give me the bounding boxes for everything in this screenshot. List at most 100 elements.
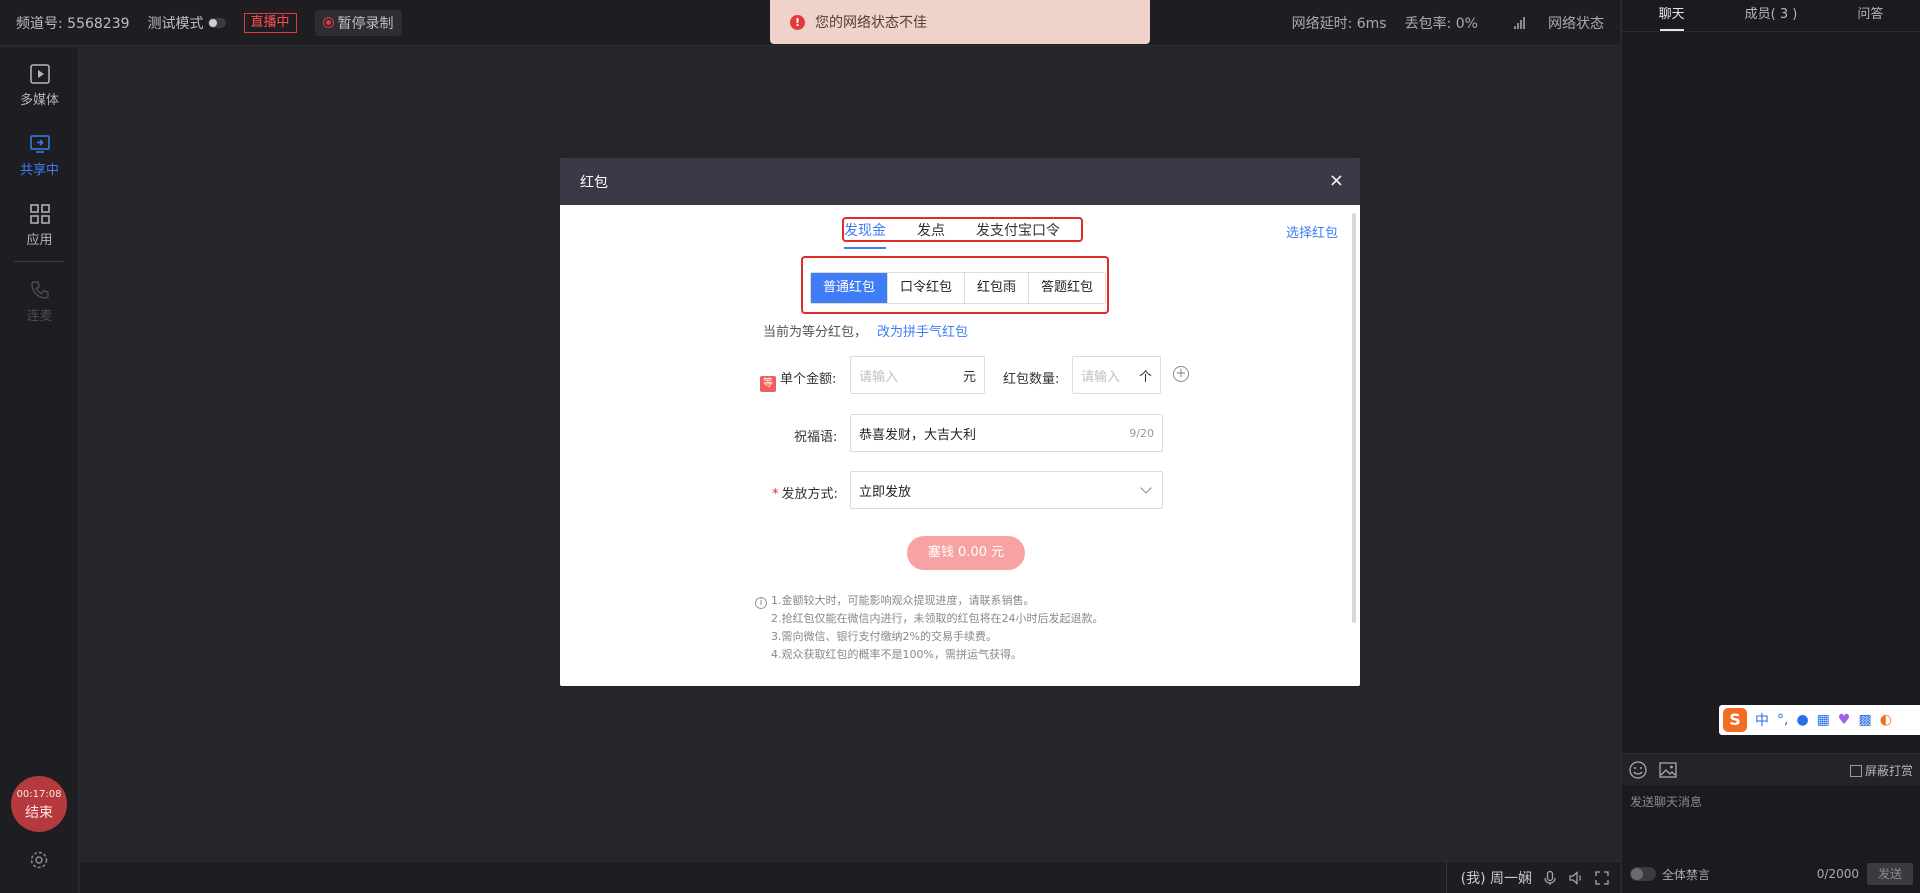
tab-points[interactable]: 发点 (917, 220, 945, 246)
sidebar-item-media[interactable]: 多媒体 (0, 63, 79, 108)
dialog-scrollbar[interactable] (1352, 213, 1356, 623)
type-quiz[interactable]: 答题红包 (1029, 273, 1105, 303)
keyboard-icon[interactable]: ▦ (1817, 712, 1830, 728)
type-normal[interactable]: 普通红包 (811, 273, 889, 303)
block-reward-checkbox[interactable]: 屏蔽打赏 (1849, 762, 1913, 779)
note-line: 2.抢红包仅能在微信内进行，未领取的红包将在24小时后发起退款。 (771, 612, 1104, 625)
method-label: 发放方式: (781, 487, 838, 502)
char-count: 0/2000 (1816, 867, 1859, 881)
network-status: 网络状态 (1496, 13, 1604, 33)
test-mode-toggle[interactable]: 测试模式 (148, 13, 226, 33)
equal-split-icon: 等 (760, 376, 776, 392)
dialog-header: 红包 × (560, 158, 1360, 205)
count-input[interactable]: 请输入 个 (1072, 356, 1161, 394)
live-duration: 00:17:08 (16, 789, 62, 800)
note-line: 4.观众获取红包的概率不是100%，需拼运气获得。 (771, 648, 1022, 661)
skin-icon[interactable]: ♥ (1838, 712, 1851, 728)
network-alert: ! 您的网络状态不佳 (770, 0, 1150, 44)
chat-footer: 全体禁言 0/2000 发送 (1622, 858, 1920, 890)
sidebar-item-label: 共享中 (19, 163, 59, 178)
pay-button[interactable]: 塞钱 0.00 元 (907, 536, 1025, 570)
live-status-badge: 直播中 (243, 12, 297, 33)
voice-input-icon[interactable]: ● (1796, 712, 1808, 728)
mute-all-toggle[interactable] (1630, 867, 1656, 881)
split-mode-line: 当前为等分红包， 改为拼手气红包 (763, 321, 968, 340)
count-placeholder: 请输入 (1081, 369, 1121, 385)
mute-all-label: 全体禁言 (1662, 867, 1711, 882)
network-status-label: 网络状态 (1548, 16, 1604, 32)
split-mode-text: 当前为等分红包， (763, 325, 868, 340)
apps-grid-icon (29, 204, 50, 224)
channel-number: 频道号: 5568239 (16, 15, 130, 32)
note-line: i 1.金额较大时，可能影响观众提现进度，请联系销售。 (755, 592, 1104, 610)
red-envelope-dialog: 红包 × 发现金 发点 发支付宝口令 选择红包 普通红包 口令红包 红包雨 答题… (560, 158, 1360, 686)
left-sidebar: 多媒体 共享中 应用 连麦 00:17:08 结束 (0, 47, 79, 893)
required-mark: * (772, 487, 779, 502)
count-unit: 个 (1138, 369, 1152, 385)
toggle-switch-icon[interactable] (207, 17, 226, 28)
type-rain[interactable]: 红包雨 (965, 273, 1030, 303)
speaker-icon[interactable] (1568, 870, 1584, 886)
method-select[interactable]: 立即发放 (850, 471, 1163, 509)
play-icon (29, 64, 50, 84)
image-icon[interactable] (1658, 760, 1678, 780)
amount-row-label: 等单个金额: (760, 368, 836, 392)
amount-label: 单个金额: (780, 372, 837, 387)
sogou-ime-icon[interactable]: S (1723, 708, 1747, 732)
pause-record-label: 暂停录制 (337, 15, 394, 32)
emoji-icon[interactable] (1628, 760, 1648, 780)
right-panel: 聊天 成员( 3 ) 问答 S 中 °, ● ▦ ♥ ▩ ◐ 屏蔽打赏 发送聊天… (1621, 0, 1920, 893)
type-password[interactable]: 口令红包 (888, 273, 966, 303)
chat-toolbar: 屏蔽打赏 (1622, 753, 1920, 785)
screen-share-icon (29, 135, 50, 153)
sidebar-item-apps[interactable]: 应用 (0, 203, 79, 248)
blessing-value: 恭喜发财，大吉大利 (859, 427, 977, 443)
alert-message: 您的网络状态不佳 (815, 15, 927, 31)
punctuation-icon[interactable]: °, (1777, 712, 1788, 728)
pause-record-button[interactable]: 暂停录制 (314, 9, 402, 36)
microphone-icon[interactable] (1542, 870, 1558, 886)
switch-random-link[interactable]: 改为拼手气红包 (877, 325, 968, 340)
stage-bottom-bar: (我) 周一娴 (80, 861, 1620, 893)
amount-input[interactable]: 请输入 元 (850, 356, 985, 394)
ime-extra-icon[interactable]: ◐ (1880, 712, 1892, 728)
notes: i 1.金额较大时，可能影响观众提现进度，请联系销售。 2.抢红包仅能在微信内进行… (755, 592, 1104, 664)
send-button[interactable]: 发送 (1867, 863, 1913, 885)
amount-placeholder: 请输入 (859, 369, 899, 385)
sidebar-item-label: 多媒体 (19, 93, 59, 108)
sidebar-divider (14, 261, 64, 262)
count-label: 红包数量: (1003, 372, 1060, 387)
add-circle-icon[interactable]: + (1173, 366, 1189, 382)
tab-chat[interactable]: 聊天 (1622, 0, 1721, 31)
select-red-envelope-link[interactable]: 选择红包 (1286, 222, 1338, 241)
dialog-tabs: 发现金 发点 发支付宝口令 (844, 220, 1091, 249)
toolbox-icon[interactable]: ▩ (1858, 712, 1871, 728)
settings-gear-icon[interactable] (29, 850, 49, 870)
method-value: 立即发放 (859, 484, 912, 500)
sidebar-item-label: 连麦 (26, 309, 53, 324)
end-label: 结束 (25, 805, 53, 821)
stage-user-label: (我) 周一娴 (1460, 870, 1532, 887)
network-stats: 网络延时: 6ms 丢包率: 0% 网络状态 (1274, 0, 1604, 46)
close-icon[interactable]: × (1329, 171, 1344, 191)
tab-members[interactable]: 成员( 3 ) (1721, 0, 1820, 31)
end-live-button[interactable]: 00:17:08 结束 (11, 776, 67, 832)
error-icon: ! (790, 14, 805, 30)
checkbox-icon[interactable] (1849, 764, 1862, 777)
fullscreen-icon[interactable] (1594, 870, 1610, 886)
tab-alipay-code[interactable]: 发支付宝口令 (976, 220, 1060, 246)
sidebar-item-sharing[interactable]: 共享中 (0, 133, 79, 178)
blessing-label: 祝福语: (794, 430, 838, 445)
phone-icon (30, 281, 49, 299)
packet-loss: 丢包率: 0% (1404, 16, 1478, 32)
blessing-input[interactable]: 恭喜发财，大吉大利 9/20 (850, 414, 1163, 452)
tab-qa[interactable]: 问答 (1821, 0, 1920, 31)
test-mode-label: 测试模式 (147, 15, 204, 32)
ime-toolbar[interactable]: S 中 °, ● ▦ ♥ ▩ ◐ (1719, 705, 1920, 735)
note-line: 3.需向微信、银行支付缴纳2%的交易手续费。 (771, 630, 997, 643)
sidebar-item-co-host[interactable]: 连麦 (0, 279, 79, 324)
signal-bars-icon (1514, 17, 1526, 29)
tab-cash[interactable]: 发现金 (844, 220, 886, 249)
chat-input[interactable]: 发送聊天消息 (1630, 793, 1910, 853)
ime-language[interactable]: 中 (1755, 710, 1769, 730)
